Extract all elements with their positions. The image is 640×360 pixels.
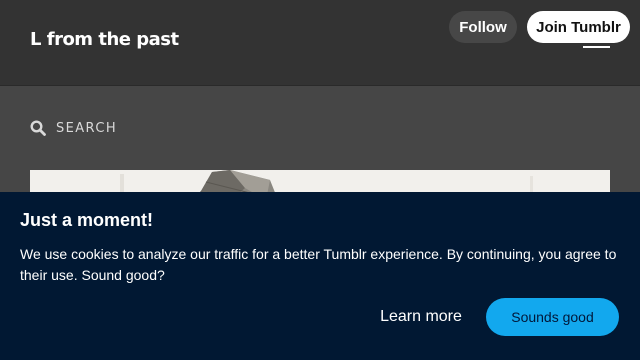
join-tumblr-button[interactable]: Join Tumblr [527, 11, 630, 43]
sounds-good-button[interactable]: Sounds good [486, 298, 619, 336]
cookie-banner-message: We use cookies to analyze our traffic fo… [20, 246, 617, 283]
search-label: SEARCH [56, 120, 117, 136]
learn-more-button[interactable]: Learn more [372, 298, 470, 336]
search-icon [30, 120, 46, 136]
hamburger-menu-icon[interactable] [583, 46, 610, 49]
search-bar[interactable]: SEARCH [30, 118, 117, 138]
blog-header: L from the past Follow Join Tumblr [0, 0, 640, 86]
cookie-consent-banner: Just a moment! We use cookies to analyze… [0, 192, 640, 360]
follow-button[interactable]: Follow [449, 11, 517, 43]
cookie-banner-title: Just a moment! [20, 210, 154, 230]
blog-title[interactable]: L from the past [30, 29, 179, 50]
